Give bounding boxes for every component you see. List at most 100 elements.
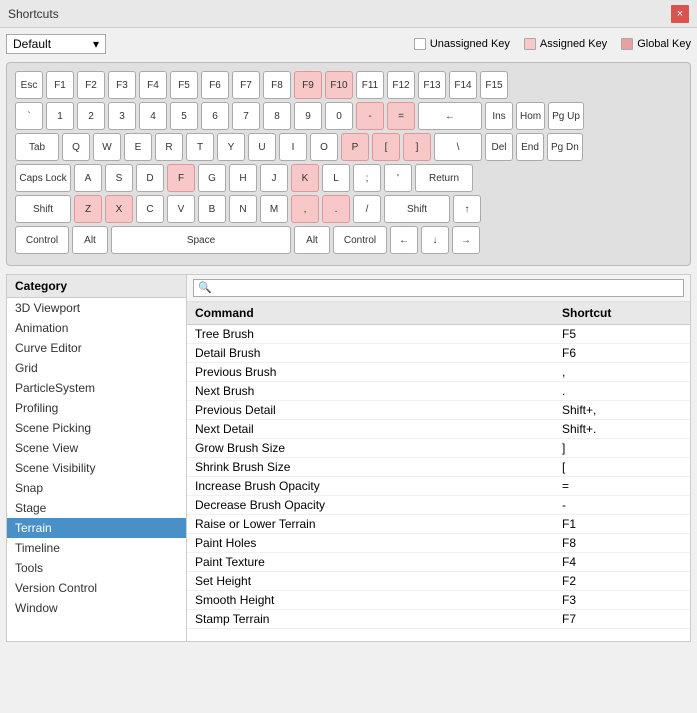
key-f1[interactable]: F1 bbox=[46, 71, 74, 99]
key-x[interactable]: X bbox=[105, 195, 133, 223]
command-row[interactable]: Shrink Brush Size[ bbox=[187, 458, 690, 477]
key-pg-up[interactable]: Pg Up bbox=[548, 102, 584, 130]
key-s[interactable]: S bbox=[105, 164, 133, 192]
key-f14[interactable]: F14 bbox=[449, 71, 477, 99]
key-f9[interactable]: F9 bbox=[294, 71, 322, 99]
key-alt[interactable]: Alt bbox=[72, 226, 108, 254]
category-item-scene-picking[interactable]: Scene Picking bbox=[7, 418, 186, 438]
key-ins[interactable]: Ins bbox=[485, 102, 513, 130]
key--[interactable]: ↑ bbox=[453, 195, 481, 223]
key--[interactable]: ' bbox=[384, 164, 412, 192]
key-control[interactable]: Control bbox=[333, 226, 387, 254]
key-hom[interactable]: Hom bbox=[516, 102, 545, 130]
search-input[interactable] bbox=[193, 279, 684, 297]
close-button[interactable]: × bbox=[671, 5, 689, 23]
command-row[interactable]: Raise or Lower TerrainF1 bbox=[187, 515, 690, 534]
key--[interactable]: ← bbox=[390, 226, 418, 254]
key--[interactable]: ] bbox=[403, 133, 431, 161]
key--[interactable]: [ bbox=[372, 133, 400, 161]
command-row[interactable]: Paint HolesF8 bbox=[187, 534, 690, 553]
key-u[interactable]: U bbox=[248, 133, 276, 161]
key-k[interactable]: K bbox=[291, 164, 319, 192]
category-item-scene-view[interactable]: Scene View bbox=[7, 438, 186, 458]
key-f13[interactable]: F13 bbox=[418, 71, 446, 99]
key-3[interactable]: 3 bbox=[108, 102, 136, 130]
key-f4[interactable]: F4 bbox=[139, 71, 167, 99]
key-y[interactable]: Y bbox=[217, 133, 245, 161]
key-i[interactable]: I bbox=[279, 133, 307, 161]
profile-dropdown[interactable]: Default ▾ bbox=[6, 34, 106, 54]
category-item-timeline[interactable]: Timeline bbox=[7, 538, 186, 558]
key-b[interactable]: B bbox=[198, 195, 226, 223]
key-f6[interactable]: F6 bbox=[201, 71, 229, 99]
command-row[interactable]: Detail BrushF6 bbox=[187, 344, 690, 363]
category-item-terrain[interactable]: Terrain bbox=[7, 518, 186, 538]
key-space[interactable]: Space bbox=[111, 226, 291, 254]
key-0[interactable]: 0 bbox=[325, 102, 353, 130]
command-row[interactable]: Smooth HeightF3 bbox=[187, 591, 690, 610]
category-item-window[interactable]: Window bbox=[7, 598, 186, 618]
key-r[interactable]: R bbox=[155, 133, 183, 161]
key-h[interactable]: H bbox=[229, 164, 257, 192]
key--[interactable]: → bbox=[452, 226, 480, 254]
key-tab[interactable]: Tab bbox=[15, 133, 59, 161]
key-1[interactable]: 1 bbox=[46, 102, 74, 130]
category-item-stage[interactable]: Stage bbox=[7, 498, 186, 518]
command-row[interactable]: Paint TextureF4 bbox=[187, 553, 690, 572]
command-row[interactable]: Previous Brush, bbox=[187, 363, 690, 382]
key-f7[interactable]: F7 bbox=[232, 71, 260, 99]
key-esc[interactable]: Esc bbox=[15, 71, 43, 99]
key--[interactable]: - bbox=[356, 102, 384, 130]
key-e[interactable]: E bbox=[124, 133, 152, 161]
command-row[interactable]: Next Brush. bbox=[187, 382, 690, 401]
category-item-grid[interactable]: Grid bbox=[7, 358, 186, 378]
key--[interactable]: \ bbox=[434, 133, 482, 161]
command-row[interactable]: Grow Brush Size] bbox=[187, 439, 690, 458]
key--[interactable]: ; bbox=[353, 164, 381, 192]
key-5[interactable]: 5 bbox=[170, 102, 198, 130]
key-a[interactable]: A bbox=[74, 164, 102, 192]
key-4[interactable]: 4 bbox=[139, 102, 167, 130]
key-6[interactable]: 6 bbox=[201, 102, 229, 130]
key-2[interactable]: 2 bbox=[77, 102, 105, 130]
category-item-scene-visibility[interactable]: Scene Visibility bbox=[7, 458, 186, 478]
key-f3[interactable]: F3 bbox=[108, 71, 136, 99]
command-row[interactable]: Previous DetailShift+, bbox=[187, 401, 690, 420]
key-p[interactable]: P bbox=[341, 133, 369, 161]
key-8[interactable]: 8 bbox=[263, 102, 291, 130]
key-l[interactable]: L bbox=[322, 164, 350, 192]
key--[interactable]: / bbox=[353, 195, 381, 223]
key-alt[interactable]: Alt bbox=[294, 226, 330, 254]
command-row[interactable]: Decrease Brush Opacity- bbox=[187, 496, 690, 515]
key-caps-lock[interactable]: Caps Lock bbox=[15, 164, 71, 192]
key-g[interactable]: G bbox=[198, 164, 226, 192]
key-t[interactable]: T bbox=[186, 133, 214, 161]
key-j[interactable]: J bbox=[260, 164, 288, 192]
command-row[interactable]: Set HeightF2 bbox=[187, 572, 690, 591]
key-f10[interactable]: F10 bbox=[325, 71, 353, 99]
key-shift[interactable]: Shift bbox=[15, 195, 71, 223]
category-item-tools[interactable]: Tools bbox=[7, 558, 186, 578]
key-f[interactable]: F bbox=[167, 164, 195, 192]
category-item-animation[interactable]: Animation bbox=[7, 318, 186, 338]
key-w[interactable]: W bbox=[93, 133, 121, 161]
key--[interactable]: = bbox=[387, 102, 415, 130]
key--[interactable]: . bbox=[322, 195, 350, 223]
key-d[interactable]: D bbox=[136, 164, 164, 192]
category-item-particlesystem[interactable]: ParticleSystem bbox=[7, 378, 186, 398]
key--[interactable]: ← bbox=[418, 102, 482, 130]
command-row[interactable]: Stamp TerrainF7 bbox=[187, 610, 690, 629]
category-item-snap[interactable]: Snap bbox=[7, 478, 186, 498]
key-control[interactable]: Control bbox=[15, 226, 69, 254]
key-n[interactable]: N bbox=[229, 195, 257, 223]
key-c[interactable]: C bbox=[136, 195, 164, 223]
category-item-version-control[interactable]: Version Control bbox=[7, 578, 186, 598]
key-f2[interactable]: F2 bbox=[77, 71, 105, 99]
command-row[interactable]: Tree BrushF5 bbox=[187, 325, 690, 344]
key-7[interactable]: 7 bbox=[232, 102, 260, 130]
key-q[interactable]: Q bbox=[62, 133, 90, 161]
key-m[interactable]: M bbox=[260, 195, 288, 223]
key-pg-dn[interactable]: Pg Dn bbox=[547, 133, 583, 161]
key-return[interactable]: Return bbox=[415, 164, 473, 192]
key--[interactable]: ` bbox=[15, 102, 43, 130]
